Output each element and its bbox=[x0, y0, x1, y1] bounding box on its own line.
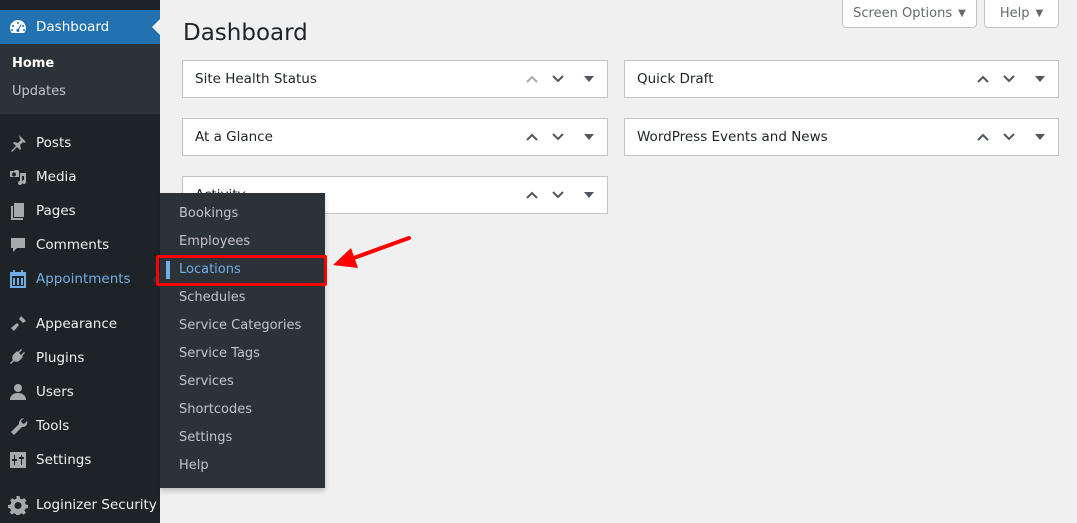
widget-at-a-glance: At a Glance bbox=[182, 118, 608, 156]
pin-icon bbox=[0, 133, 36, 153]
triangle-down-icon bbox=[1035, 134, 1045, 140]
move-down-button[interactable] bbox=[545, 177, 571, 213]
triangle-down-icon bbox=[1035, 76, 1045, 82]
chevron-up-icon bbox=[526, 133, 538, 141]
sidebar-item-label: Comments bbox=[36, 237, 110, 253]
sidebar-item-loginizer-security[interactable]: Loginizer Security bbox=[0, 488, 160, 522]
sidebar-item-label: Loginizer Security bbox=[36, 497, 157, 513]
sidebar-item-label: Appointments bbox=[36, 271, 131, 287]
chevron-down-icon bbox=[552, 75, 564, 83]
widget-title: Site Health Status bbox=[195, 71, 317, 87]
sidebar-item-tools[interactable]: Tools bbox=[0, 409, 160, 443]
chevron-up-icon bbox=[526, 191, 538, 199]
sidebar-item-users[interactable]: Users bbox=[0, 375, 160, 409]
sidebar-item-label: Settings bbox=[36, 452, 92, 468]
widget-wordpress-events-and-news: WordPress Events and News bbox=[624, 118, 1059, 156]
pages-icon bbox=[0, 201, 36, 221]
move-up-button[interactable] bbox=[519, 119, 545, 155]
admin-sidebar: Dashboard Home Updates Posts Media Pages… bbox=[0, 0, 160, 523]
triangle-down-icon bbox=[584, 192, 594, 198]
toggle-panel-button[interactable] bbox=[571, 177, 607, 213]
flyout-item-settings[interactable]: Settings bbox=[160, 424, 325, 452]
widget-site-health-status: Site Health Status bbox=[182, 60, 608, 98]
comment-icon bbox=[0, 235, 36, 255]
sidebar-item-label: Plugins bbox=[36, 350, 85, 366]
move-down-button[interactable] bbox=[996, 61, 1022, 97]
flyout-item-bookings[interactable]: Bookings bbox=[160, 200, 325, 228]
flyout-item-service-categories[interactable]: Service Categories bbox=[160, 312, 325, 340]
sidebar-item-plugins[interactable]: Plugins bbox=[0, 341, 160, 375]
triangle-down-icon bbox=[584, 134, 594, 140]
caret-down-icon: ▼ bbox=[958, 8, 966, 19]
sidebar-item-label: Pages bbox=[36, 203, 76, 219]
flyout-item-services[interactable]: Services bbox=[160, 368, 325, 396]
paintbrush-icon bbox=[0, 314, 36, 334]
chevron-down-icon bbox=[552, 133, 564, 141]
gear-icon bbox=[0, 495, 36, 515]
sidebar-item-label: Posts bbox=[36, 135, 72, 151]
flyout-item-schedules[interactable]: Schedules bbox=[160, 284, 325, 312]
toggle-panel-button[interactable] bbox=[571, 61, 607, 97]
widget-title: Quick Draft bbox=[637, 71, 714, 87]
toggle-panel-button[interactable] bbox=[1022, 119, 1058, 155]
calendar-icon bbox=[0, 269, 36, 289]
sidebar-item-settings[interactable]: Settings bbox=[0, 443, 160, 477]
submenu-item-home[interactable]: Home bbox=[0, 50, 160, 78]
toggle-panel-button[interactable] bbox=[571, 119, 607, 155]
chevron-down-icon bbox=[552, 191, 564, 199]
appointments-flyout-menu: Bookings Employees Locations Schedules S… bbox=[160, 193, 325, 488]
caret-down-icon: ▼ bbox=[1035, 8, 1044, 19]
page-title: Dashboard bbox=[183, 20, 308, 46]
sidebar-item-label: Users bbox=[36, 384, 74, 400]
flyout-notch bbox=[152, 272, 160, 288]
screen-options-button[interactable]: Screen Options ▼ bbox=[842, 0, 977, 28]
chevron-up-icon bbox=[977, 133, 989, 141]
flyout-item-service-tags[interactable]: Service Tags bbox=[160, 340, 325, 368]
chevron-down-icon bbox=[1003, 133, 1015, 141]
widget-title: WordPress Events and News bbox=[637, 129, 828, 145]
user-icon bbox=[0, 382, 36, 402]
current-page-notch bbox=[152, 19, 160, 35]
plug-icon bbox=[0, 348, 36, 368]
media-icon bbox=[0, 167, 36, 187]
chevron-up-icon bbox=[977, 75, 989, 83]
submenu-item-updates[interactable]: Updates bbox=[0, 78, 160, 106]
help-label: Help bbox=[999, 6, 1030, 21]
toggle-panel-button[interactable] bbox=[1022, 61, 1058, 97]
triangle-down-icon bbox=[584, 76, 594, 82]
flyout-item-help[interactable]: Help bbox=[160, 452, 325, 480]
move-down-button[interactable] bbox=[545, 61, 571, 97]
move-up-button[interactable] bbox=[519, 177, 545, 213]
screen-options-label: Screen Options bbox=[853, 6, 953, 21]
sidebar-item-label: Tools bbox=[36, 418, 70, 434]
widget-quick-draft: Quick Draft bbox=[624, 60, 1059, 98]
sidebar-item-label: Media bbox=[36, 169, 77, 185]
sidebar-item-label: Dashboard bbox=[36, 19, 110, 35]
widget-title: At a Glance bbox=[195, 129, 273, 145]
flyout-item-employees[interactable]: Employees bbox=[160, 228, 325, 256]
move-down-button[interactable] bbox=[545, 119, 571, 155]
flyout-item-locations[interactable]: Locations bbox=[160, 256, 325, 284]
dashboard-submenu: Home Updates bbox=[0, 44, 160, 114]
move-up-button[interactable] bbox=[970, 61, 996, 97]
sidebar-item-media[interactable]: Media bbox=[0, 160, 160, 194]
sidebar-item-dashboard[interactable]: Dashboard bbox=[0, 10, 160, 44]
sidebar-item-posts[interactable]: Posts bbox=[0, 126, 160, 160]
sidebar-item-appointments[interactable]: Appointments bbox=[0, 262, 160, 296]
move-down-button[interactable] bbox=[996, 119, 1022, 155]
sidebar-item-label: Appearance bbox=[36, 316, 118, 332]
move-up-button[interactable] bbox=[519, 61, 545, 97]
dashboard-icon bbox=[0, 17, 36, 37]
flyout-item-shortcodes[interactable]: Shortcodes bbox=[160, 396, 325, 424]
help-button[interactable]: Help ▼ bbox=[984, 0, 1059, 28]
chevron-up-icon bbox=[526, 75, 538, 83]
sidebar-item-appearance[interactable]: Appearance bbox=[0, 307, 160, 341]
settings-sliders-icon bbox=[0, 450, 36, 470]
sidebar-item-pages[interactable]: Pages bbox=[0, 194, 160, 228]
sidebar-item-comments[interactable]: Comments bbox=[0, 228, 160, 262]
annotation-arrow-icon bbox=[333, 236, 411, 268]
wrench-icon bbox=[0, 416, 36, 436]
move-up-button[interactable] bbox=[970, 119, 996, 155]
chevron-down-icon bbox=[1003, 75, 1015, 83]
